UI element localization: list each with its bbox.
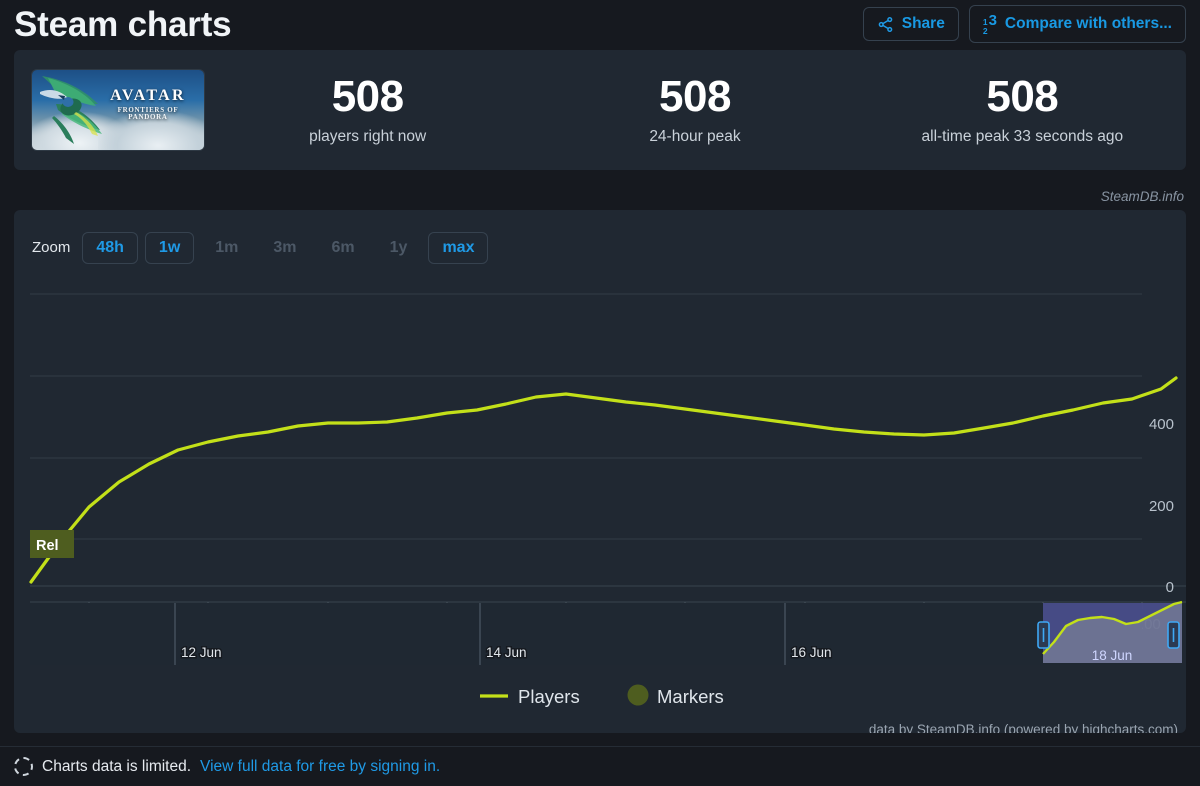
release-marker[interactable]: Rel <box>30 530 74 558</box>
stat-value: 508 <box>659 72 731 122</box>
gridlines <box>30 293 1142 587</box>
zoom-button-3m: 3m <box>259 232 310 264</box>
navigator-tick-label: 14 Jun <box>486 645 527 660</box>
chart-panel: Zoom 48h 1w 1m 3m 6m 1y max 400 200 0 Re… <box>14 210 1186 733</box>
header-actions: Share 123 Compare with others... <box>862 5 1186 43</box>
stat-value: 508 <box>331 72 404 122</box>
stat-label: 24-hour peak <box>649 127 741 145</box>
capsule-subtitle: FRONTIERS OF PANDORA <box>117 106 179 121</box>
navigator-handle-left[interactable] <box>1037 621 1050 649</box>
y-tick-400: 400 <box>1149 416 1174 433</box>
steamdb-charts-page: Steam charts Share 123 Compare with othe… <box>0 0 1200 786</box>
legend-markers-swatch <box>627 684 649 706</box>
sign-in-link[interactable]: View full data for free by signing in. <box>200 758 440 776</box>
stat-value: 508 <box>986 72 1059 122</box>
stats-panel: AVATAR FRONTIERS OF PANDORA 508 players … <box>14 50 1186 170</box>
navigator-handle-right[interactable] <box>1167 621 1180 649</box>
chart-navigator[interactable]: 12 Jun 14 Jun 16 Jun 18 Jun <box>30 600 1183 665</box>
game-capsule-image[interactable]: AVATAR FRONTIERS OF PANDORA <box>32 70 204 150</box>
capsule-title: AVATAR <box>110 87 186 104</box>
stat-24h-peak: 508 24-hour peak <box>531 74 858 145</box>
legend-players-label[interactable]: Players <box>518 686 580 707</box>
compare-button[interactable]: 123 Compare with others... <box>968 5 1186 43</box>
players-line-series <box>29 376 1178 584</box>
stat-label: all-time peak 33 seconds ago <box>921 127 1124 145</box>
navigator-selection-label: 18 Jun <box>1092 648 1133 663</box>
steamdb-watermark: SteamDB.info <box>1100 189 1184 204</box>
y-axis-labels: 400 200 0 <box>1149 416 1174 596</box>
stat-label: players right now <box>309 127 427 145</box>
stat-players-now: 508 players right now <box>204 74 531 145</box>
limited-data-notice: Charts data is limited. View full data f… <box>0 746 1200 786</box>
loading-spinner-icon <box>14 757 33 776</box>
share-button[interactable]: Share <box>862 7 959 41</box>
zoom-label: Zoom <box>32 239 71 257</box>
navigator-tick-label: 12 Jun <box>181 645 222 660</box>
zoom-button-max[interactable]: max <box>428 232 489 264</box>
notice-text: Charts data is limited. <box>42 757 192 775</box>
share-nodes-icon <box>877 16 894 33</box>
legend-markers-label[interactable]: Markers <box>657 686 724 707</box>
zoom-button-1w[interactable]: 1w <box>144 232 195 264</box>
y-tick-200: 200 <box>1149 498 1174 515</box>
navigator-tick-label: 16 Jun <box>791 645 832 660</box>
chart-credit: data by SteamDB.info (powered by highcha… <box>869 722 1178 733</box>
stat-all-time-peak: 508 all-time peak 33 seconds ago <box>859 74 1186 145</box>
capsule-text: AVATAR FRONTIERS OF PANDORA <box>99 88 197 121</box>
page-header: Steam charts Share 123 Compare with othe… <box>0 0 1200 50</box>
chart-legend[interactable]: Players Markers <box>480 684 724 708</box>
release-marker-label: Rel <box>36 538 59 554</box>
zoom-button-1y: 1y <box>376 232 422 264</box>
axis-lines <box>30 585 1186 603</box>
zoom-button-48h[interactable]: 48h <box>82 232 138 264</box>
ranking-numbers-icon: 123 <box>982 12 997 36</box>
players-chart[interactable]: 400 200 0 Rel 12 Jun 14 Jun 16 Jun 18 Ju… <box>14 272 1186 733</box>
navigator-selection[interactable]: 18 Jun <box>1042 600 1183 663</box>
zoom-range-selector: Zoom 48h 1w 1m 3m 6m 1y max <box>14 210 1186 264</box>
y-tick-0: 0 <box>1166 579 1174 596</box>
page-title: Steam charts <box>14 4 232 44</box>
zoom-button-1m: 1m <box>201 232 252 264</box>
zoom-button-6m: 6m <box>318 232 369 264</box>
chart-svg: 400 200 0 Rel 12 Jun 14 Jun 16 Jun 18 Ju… <box>29 293 1186 733</box>
share-button-label: Share <box>901 15 945 32</box>
compare-button-label: Compare with others... <box>1004 15 1172 32</box>
